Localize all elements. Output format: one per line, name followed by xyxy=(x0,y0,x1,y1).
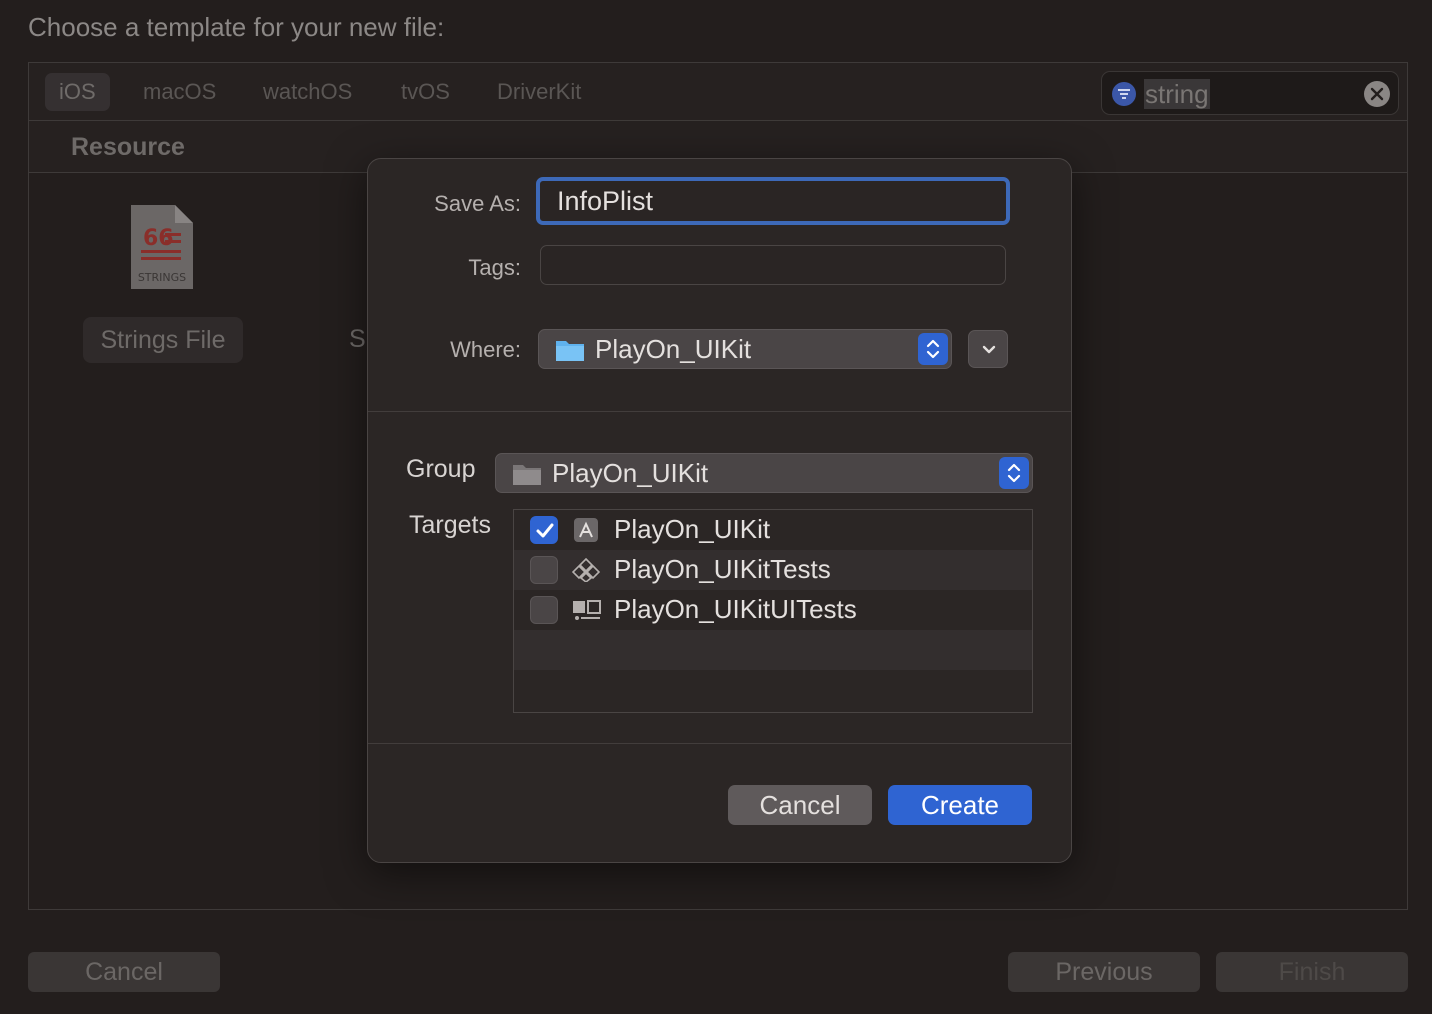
target-checkbox-app[interactable] xyxy=(530,516,558,544)
where-popup[interactable]: PlayOn_UIKit xyxy=(538,329,952,369)
strings-icon-caption: STRINGS xyxy=(138,271,186,284)
platform-tab-bar: iOS macOS watchOS tvOS DriverKit string xyxy=(29,63,1407,121)
create-button[interactable]: Create xyxy=(888,785,1032,825)
chevron-down-icon xyxy=(982,345,996,354)
target-row-empty xyxy=(514,630,1032,670)
target-name-tests: PlayOn_UIKitTests xyxy=(614,554,831,584)
targets-list: PlayOn_UIKit PlayOn_UIKitTests PlayOn_UI… xyxy=(513,509,1033,713)
tab-watchos[interactable]: watchOS xyxy=(249,73,366,111)
target-row-app[interactable]: PlayOn_UIKit xyxy=(514,510,1032,550)
folder-icon xyxy=(556,341,584,361)
previous-button[interactable]: Previous xyxy=(1008,952,1200,992)
tab-ios[interactable]: iOS xyxy=(45,73,110,111)
chooser-cancel-button[interactable]: Cancel xyxy=(28,952,220,992)
save-as-input[interactable]: InfoPlist xyxy=(557,186,653,217)
target-row-tests[interactable]: PlayOn_UIKitTests xyxy=(514,550,1032,590)
where-label: Where: xyxy=(450,337,521,362)
save-as-field[interactable]: InfoPlist xyxy=(536,177,1010,225)
template-search-field[interactable]: string xyxy=(1101,71,1399,115)
sheet-divider-bottom xyxy=(368,743,1071,744)
cancel-button[interactable]: Cancel xyxy=(728,785,872,825)
tab-driverkit[interactable]: DriverKit xyxy=(483,73,595,111)
clear-search-icon[interactable] xyxy=(1364,81,1390,107)
target-name-uitests: PlayOn_UIKitUITests xyxy=(614,594,857,624)
group-popup[interactable]: PlayOn_UIKit xyxy=(495,453,1033,493)
popup-stepper-icon xyxy=(918,333,948,365)
section-title: Resource xyxy=(71,133,185,161)
where-value: PlayOn_UIKit xyxy=(595,334,752,364)
save-sheet: Save As: InfoPlist Tags: Where: PlayOn_U… xyxy=(367,158,1072,863)
finish-button[interactable]: Finish xyxy=(1216,952,1408,992)
group-folder-icon xyxy=(513,465,541,485)
group-label: Group xyxy=(406,455,476,483)
svg-text:66: 66 xyxy=(143,226,174,251)
tags-field[interactable] xyxy=(540,245,1006,285)
target-row-uitests[interactable]: PlayOn_UIKitUITests xyxy=(514,590,1032,630)
expand-browser-button[interactable] xyxy=(968,330,1008,368)
checkmark-icon xyxy=(536,523,554,538)
target-checkbox-tests[interactable] xyxy=(530,556,558,584)
tab-macos[interactable]: macOS xyxy=(129,73,230,111)
search-input[interactable]: string xyxy=(1144,79,1210,109)
filter-icon[interactable] xyxy=(1112,82,1136,106)
tab-tvos[interactable]: tvOS xyxy=(387,73,464,111)
group-value: PlayOn_UIKit xyxy=(552,458,709,488)
template-second-label[interactable]: S xyxy=(349,325,366,354)
tags-label: Tags: xyxy=(468,255,521,280)
sheet-divider-top xyxy=(368,411,1071,412)
ui-test-icon xyxy=(573,600,601,620)
targets-label: Targets xyxy=(409,511,491,539)
template-strings-file[interactable]: Strings File xyxy=(83,317,243,363)
group-stepper-icon xyxy=(999,457,1029,489)
window-title: Choose a template for your new file: xyxy=(28,12,445,42)
target-name-app: PlayOn_UIKit xyxy=(614,514,771,544)
unit-test-icon xyxy=(572,558,600,582)
strings-file-icon[interactable]: 66 STRINGS xyxy=(127,203,195,291)
app-target-icon xyxy=(574,518,598,542)
target-checkbox-uitests[interactable] xyxy=(530,596,558,624)
save-as-label: Save As: xyxy=(434,191,521,216)
